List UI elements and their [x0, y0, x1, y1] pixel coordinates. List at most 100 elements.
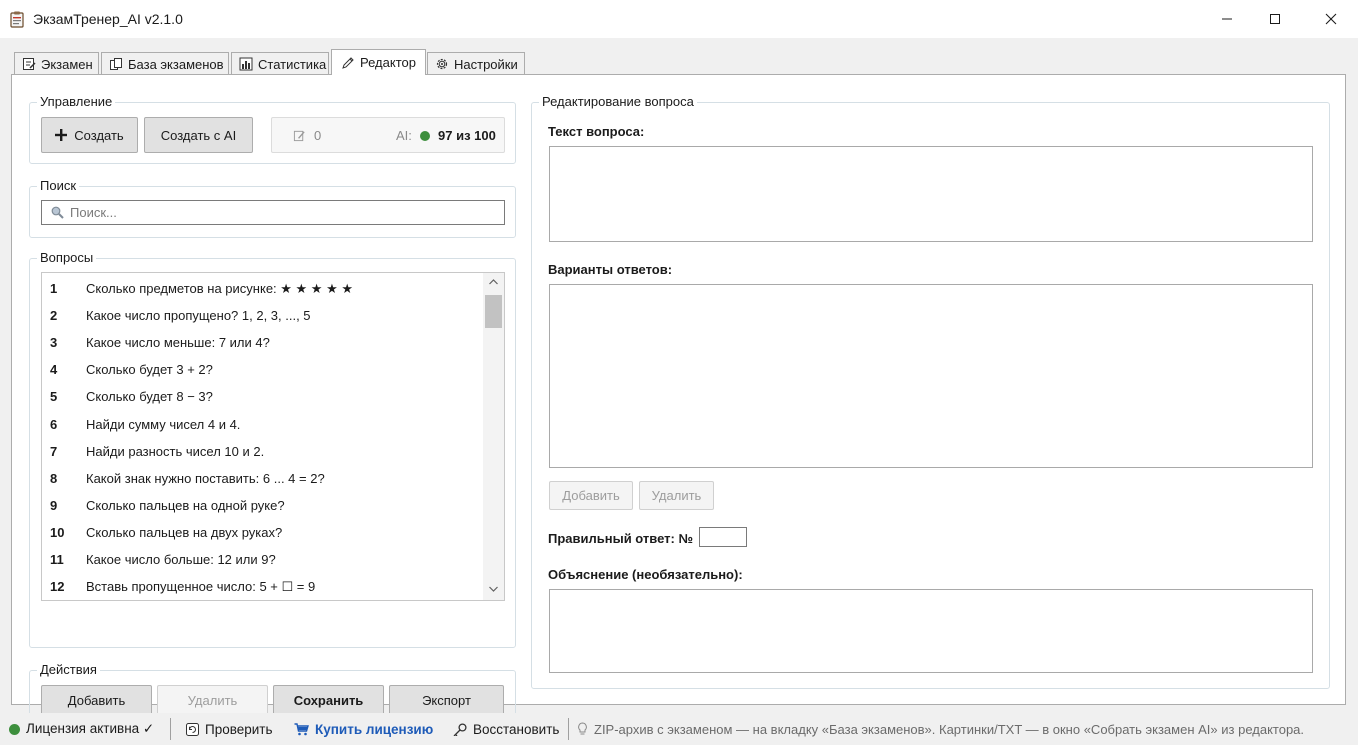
search-input[interactable]: Поиск... — [41, 200, 505, 225]
correct-answer-label: Правильный ответ: № — [548, 531, 693, 546]
delete-answer-label: Удалить — [651, 488, 702, 503]
title-bar: ЭкзамТренер_AI v2.1.0 — [0, 0, 1358, 38]
tab-settings[interactable]: Настройки — [427, 52, 525, 75]
tab-statistics[interactable]: Статистика — [231, 52, 329, 75]
question-text: Какой знак нужно поставить: 6 ... 4 = 2? — [86, 470, 325, 486]
buy-license-link[interactable]: Купить лицензию — [294, 713, 433, 745]
tab-exam[interactable]: Экзамен — [14, 52, 99, 75]
create-ai-button-label: Создать с AI — [160, 127, 237, 143]
delete-answer-button[interactable]: Удалить — [639, 481, 714, 510]
correct-answer-input[interactable] — [699, 527, 747, 547]
window-title: ЭкзамТренер_AI v2.1.0 — [33, 11, 183, 27]
question-text: Сколько пальцев на одной руке? — [86, 497, 285, 513]
minimize-button[interactable] — [1204, 0, 1250, 38]
add-question-button[interactable]: Добавить — [41, 685, 152, 715]
list-item[interactable]: 8 Какой знак нужно поставить: 6 ... 4 = 2… — [42, 465, 482, 492]
scroll-down-icon[interactable] — [483, 580, 504, 598]
search-group: Поиск Поиск... — [29, 178, 516, 238]
list-item[interactable]: 11 Какое число больше: 12 или 9? — [42, 546, 482, 573]
list-item[interactable]: 9 Сколько пальцев на одной руке? — [42, 492, 482, 519]
list-item[interactable]: 4 Сколько будет 3 + 2? — [42, 356, 482, 383]
tab-statistics-label: Статистика — [258, 56, 327, 72]
question-text: Найди сумму чисел 4 и 4. — [86, 416, 241, 432]
list-item[interactable]: 7 Найди разность чисел 10 и 2. — [42, 438, 482, 465]
question-count: 0 — [314, 128, 322, 143]
scroll-up-icon[interactable] — [483, 273, 504, 291]
question-text-area[interactable] — [549, 146, 1313, 242]
delete-question-label: Удалить — [187, 692, 238, 708]
pencil-icon — [342, 56, 354, 69]
list-item[interactable]: 10 Сколько пальцев на двух руках? — [42, 519, 482, 546]
explanation-area[interactable] — [549, 589, 1313, 673]
scrollbar-thumb[interactable] — [485, 295, 502, 328]
status-bar: Лицензия активна ✓ Проверить Купить лице… — [0, 713, 1358, 745]
status-separator-2 — [568, 718, 569, 740]
hint-text-block: ZIP-архив с экзаменом — на вкладку «База… — [577, 713, 1304, 745]
license-status: Лицензия активна ✓ — [9, 713, 154, 745]
questions-list[interactable]: 1 Сколько предметов на рисунке: ★ ★ ★ ★ ★… — [41, 272, 505, 601]
license-status-dot — [9, 723, 20, 735]
list-item[interactable]: 5 Сколько будет 8 − 3? — [42, 383, 482, 410]
add-answer-button[interactable]: Добавить — [549, 481, 633, 510]
question-number: 10 — [50, 524, 65, 540]
questions-scrollbar[interactable] — [483, 273, 504, 600]
question-number: 12 — [50, 579, 65, 595]
hint-text: ZIP-архив с экзаменом — на вкладку «База… — [594, 721, 1305, 737]
question-number: 3 — [50, 335, 58, 351]
minimize-icon — [1222, 18, 1232, 20]
tab-editor[interactable]: Редактор — [331, 49, 426, 75]
maximize-button[interactable] — [1252, 0, 1298, 38]
list-item[interactable]: 3 Какое число меньше: 7 или 4? — [42, 329, 482, 356]
tab-exam-base[interactable]: База экзаменов — [101, 52, 229, 75]
question-number: 6 — [50, 416, 58, 432]
question-number: 4 — [50, 362, 58, 378]
restore-license-button[interactable]: Восстановить — [452, 713, 559, 745]
buy-license-label: Купить лицензию — [315, 721, 434, 737]
search-placeholder: Поиск... — [70, 205, 117, 220]
answers-list[interactable] — [549, 284, 1313, 468]
status-separator — [170, 718, 171, 740]
search-icon — [51, 206, 64, 219]
list-item[interactable]: 1 Сколько предметов на рисунке: ★ ★ ★ ★ ★ — [42, 275, 482, 302]
export-button[interactable]: Экспорт — [389, 685, 504, 715]
restore-license-label: Восстановить — [473, 721, 560, 737]
lightbulb-icon — [578, 722, 587, 735]
list-item[interactable]: 6 Найди сумму чисел 4 и 4. — [42, 411, 482, 438]
question-number: 9 — [50, 497, 58, 513]
create-button-label: Создать — [74, 127, 124, 143]
save-button[interactable]: Сохранить — [273, 685, 384, 715]
control-group-label: Управление — [37, 94, 116, 110]
add-question-label: Добавить — [67, 692, 126, 708]
ai-quota: 97 из 100 — [438, 128, 496, 143]
close-icon — [1325, 13, 1337, 25]
check-license-button[interactable]: Проверить — [186, 713, 273, 745]
license-status-text: Лицензия активна ✓ — [26, 721, 155, 736]
question-text: Сколько будет 8 − 3? — [86, 389, 213, 405]
ai-label: AI: — [396, 128, 412, 143]
copy-icon — [110, 58, 122, 70]
question-number: 7 — [50, 443, 58, 459]
close-button[interactable] — [1308, 0, 1354, 38]
export-label: Экспорт — [422, 692, 471, 708]
questions-group-label: Вопросы — [37, 250, 97, 266]
bar-chart-icon — [239, 57, 253, 71]
maximize-icon — [1270, 14, 1280, 24]
question-number: 1 — [50, 281, 58, 296]
create-button[interactable]: Создать — [41, 117, 138, 153]
editor-panel: Управление Создать Создать с AI 0 AI: 97… — [11, 74, 1346, 725]
search-group-label: Поиск — [37, 178, 80, 194]
question-text: Какое число меньше: 7 или 4? — [86, 335, 270, 351]
delete-question-button[interactable]: Удалить — [157, 685, 268, 715]
edit-count-icon — [293, 130, 305, 142]
list-item[interactable]: 12 Вставь пропущенное число: 5 + ☐ = 9 — [42, 573, 482, 600]
question-text: Какое число больше: 12 или 9? — [86, 552, 276, 567]
question-text: Вставь пропущенное число: 5 + ☐ = 9 — [86, 578, 316, 594]
tab-exam-label: Экзамен — [41, 56, 93, 72]
list-item[interactable]: 2 Какое число пропущено? 1, 2, 3, ..., 5 — [42, 302, 482, 329]
ai-status-dot — [420, 131, 430, 141]
actions-group-label: Действия — [37, 662, 100, 678]
create-ai-button[interactable]: Создать с AI — [144, 117, 253, 153]
client-area: Экзамен База экзаменов Статистика Редакт… — [0, 38, 1358, 725]
question-number: 11 — [50, 552, 64, 567]
answers-label: Варианты ответов: — [548, 262, 673, 277]
